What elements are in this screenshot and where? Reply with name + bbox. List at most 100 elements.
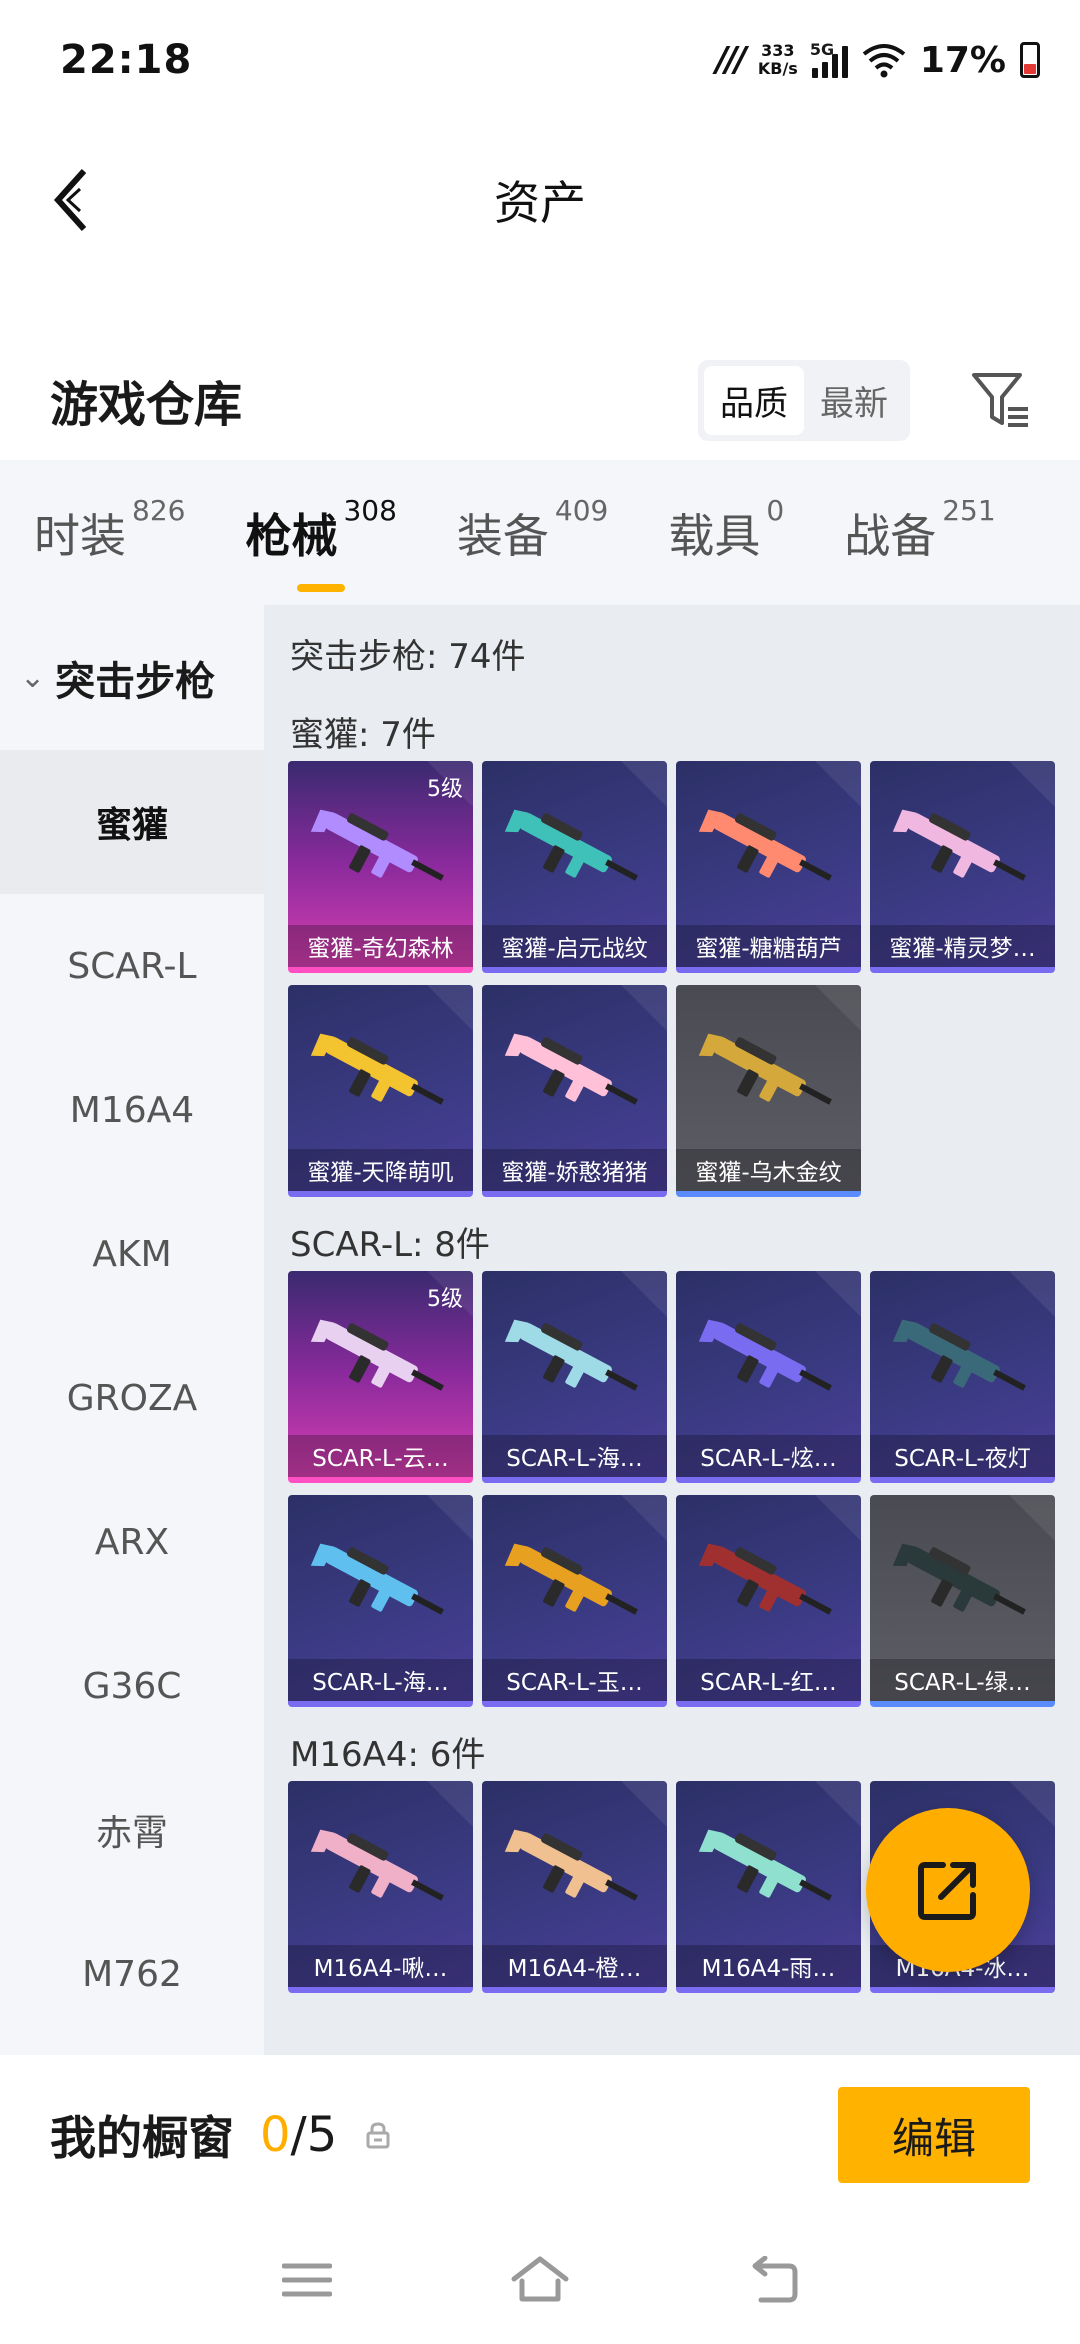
weapon-card[interactable]: SCAR-L-夜灯 <box>870 1271 1055 1483</box>
lock-icon <box>366 2122 390 2149</box>
weapon-skin-image <box>698 1033 832 1105</box>
weapon-skin-image <box>504 1319 638 1391</box>
tab-label: 战备 <box>844 508 937 563</box>
signal-bar <box>821 62 828 78</box>
edit-button[interactable]: 编辑 <box>838 2087 1030 2183</box>
tab-vehicles[interactable]: 载具 0 <box>668 494 784 566</box>
weapon-card[interactable]: 蜜獾-糖糖葫芦 <box>676 761 861 973</box>
weapon-name: 蜜獾-启元战纹 <box>482 925 667 967</box>
weapon-card[interactable]: 蜜獾-精灵梦… <box>870 761 1055 973</box>
weapon-name: SCAR-L-海… <box>288 1659 473 1701</box>
weapon-card[interactable]: 蜜獾-乌木金纹 <box>676 985 861 1197</box>
sidebar-item-scar-l[interactable]: SCAR-L <box>0 894 264 1038</box>
weapon-sections: 蜜獾: 7件 5级 蜜獾-奇幻森林 蜜獾-启元战纹 蜜獾-糖糖葫芦 蜜獾-精灵梦… 蜜獾-天… <box>288 701 1080 1993</box>
tab-firearms[interactable]: 枪械 308 <box>245 494 397 592</box>
sidebar-item-arx[interactable]: ARX <box>0 1470 264 1614</box>
back-icon <box>752 2255 798 2302</box>
weapon-skin-image <box>504 1033 638 1105</box>
weapon-card[interactable]: SCAR-L-炫… <box>676 1271 861 1483</box>
weapon-grid: 5级 蜜獾-奇幻森林 蜜獾-启元战纹 蜜獾-糖糖葫芦 蜜獾-精灵梦… 蜜獾-天降萌叽 蜜獾-… <box>288 761 1080 1197</box>
filter-button[interactable] <box>970 370 1030 430</box>
weapon-card[interactable]: M16A4-橙… <box>482 1781 667 1993</box>
weapon-card[interactable]: SCAR-L-玉… <box>482 1495 667 1707</box>
signal-icon: 5G <box>810 40 848 78</box>
weapon-card[interactable]: SCAR-L-绿… <box>870 1495 1055 1707</box>
warehouse-title: 游戏仓库 <box>50 377 243 433</box>
share-icon <box>918 1862 976 1920</box>
weapon-card[interactable]: M16A4-啾… <box>288 1781 473 1993</box>
showcase-total: /5 <box>290 2107 338 2163</box>
nav-back-button[interactable] <box>738 2245 808 2315</box>
weapon-card[interactable]: 蜜獾-娇憨猪猪 <box>482 985 667 1197</box>
weapon-name: M16A4-雨… <box>676 1945 861 1987</box>
weapon-skin-image <box>698 809 832 881</box>
sidebar-group-assault-rifles[interactable]: ⌄ 突击步枪 <box>0 605 264 750</box>
category-total: 突击步枪: 74件 <box>290 636 526 677</box>
weapon-skin-image <box>504 809 638 881</box>
tab-equipment[interactable]: 装备 409 <box>456 494 608 566</box>
sidebar-item-m16a4[interactable]: M16A4 <box>0 1038 264 1182</box>
weapon-skin-image <box>310 809 444 881</box>
status-time: 22:18 <box>60 37 193 83</box>
network-speed-value: 333 <box>761 41 795 60</box>
weapon-type-sidebar: ⌄ 突击步枪 蜜獾 SCAR-L M16A4 AKM GROZA ARX G36… <box>0 605 264 2055</box>
tab-supplies[interactable]: 战备 251 <box>844 494 995 566</box>
nav-menu-button[interactable] <box>272 2245 342 2315</box>
showcase-count: 0/5 <box>260 2107 337 2163</box>
weapon-skin-image <box>310 1543 444 1615</box>
category-tabs: 时装 826 枪械 308 装备 409 载具 0 战备 251 <box>0 460 1080 605</box>
weapon-card[interactable]: SCAR-L-海… <box>482 1271 667 1483</box>
sidebar-item-g36c[interactable]: G36C <box>0 1614 264 1758</box>
sidebar-item-honey-badger[interactable]: 蜜獾 <box>0 750 264 894</box>
weapon-name: SCAR-L-海… <box>482 1435 667 1477</box>
tab-count: 826 <box>132 493 186 527</box>
weapon-skin-image <box>892 1319 1026 1391</box>
section-title: 蜜獾: 7件 <box>290 714 436 755</box>
back-arrow-icon <box>53 168 87 232</box>
tab-fashion[interactable]: 时装 826 <box>34 494 185 566</box>
sidebar-item-m762[interactable]: M762 <box>0 1902 264 2046</box>
weapon-skin-image <box>310 1319 444 1391</box>
weapon-name: 蜜獾-乌木金纹 <box>676 1149 861 1191</box>
weapon-name: M16A4-橙… <box>482 1945 667 1987</box>
weapon-name: SCAR-L-炫… <box>676 1435 861 1477</box>
tab-count: 308 <box>343 493 397 527</box>
tab-count: 251 <box>942 493 996 527</box>
weapon-name: SCAR-L-绿… <box>870 1659 1055 1701</box>
weapon-skin-image <box>310 1033 444 1105</box>
weapon-card[interactable]: M16A4-雨… <box>676 1781 861 1993</box>
weapon-skin-image <box>310 1829 444 1901</box>
sort-newest-option[interactable]: 最新 <box>804 366 904 435</box>
data-activity-icon: /// <box>715 40 747 80</box>
tab-count: 409 <box>554 493 609 527</box>
network-speed-unit: KB/s <box>757 59 798 78</box>
weapon-skin-image <box>698 1543 832 1615</box>
sort-toggle: 品质 最新 <box>698 359 910 441</box>
weapon-card[interactable]: 蜜獾-启元战纹 <box>482 761 667 973</box>
weapon-name: 蜜獾-天降萌叽 <box>288 1149 473 1191</box>
weapon-name: SCAR-L-红… <box>676 1659 861 1701</box>
sidebar-item-groza[interactable]: GROZA <box>0 1326 264 1470</box>
nav-home-button[interactable] <box>505 2245 575 2315</box>
tab-label: 装备 <box>456 508 549 563</box>
sort-quality-option[interactable]: 品质 <box>704 365 804 435</box>
share-button[interactable] <box>866 1808 1030 1972</box>
weapon-card[interactable]: 5级 SCAR-L-云… <box>288 1271 473 1483</box>
weapon-card[interactable]: 蜜獾-天降萌叽 <box>288 985 473 1197</box>
weapon-name: SCAR-L-夜灯 <box>870 1435 1055 1477</box>
status-icons: /// 333 KB/s 5G 17% <box>716 40 1040 81</box>
sidebar-item-akm[interactable]: AKM <box>0 1182 264 1326</box>
back-button[interactable] <box>40 160 100 240</box>
weapon-card[interactable]: SCAR-L-海… <box>288 1495 473 1707</box>
weapon-grid: 5级 SCAR-L-云… SCAR-L-海… SCAR-L-炫… SCAR-L-夜灯 SC… <box>288 1271 1080 1707</box>
weapon-card[interactable]: SCAR-L-红… <box>676 1495 861 1707</box>
weapon-skin-image <box>698 1319 832 1391</box>
network-speed: 333 KB/s <box>758 42 798 78</box>
weapon-name: 蜜獾-奇幻森林 <box>288 925 473 967</box>
weapon-card[interactable]: 5级 蜜獾-奇幻森林 <box>288 761 473 973</box>
section-title: M16A4: 6件 <box>290 1734 486 1775</box>
weapon-skin-image <box>504 1543 638 1615</box>
sidebar-item-chixiao[interactable]: 赤霄 <box>0 1758 264 1902</box>
signal-bar <box>841 46 848 78</box>
wifi-icon <box>862 44 906 78</box>
